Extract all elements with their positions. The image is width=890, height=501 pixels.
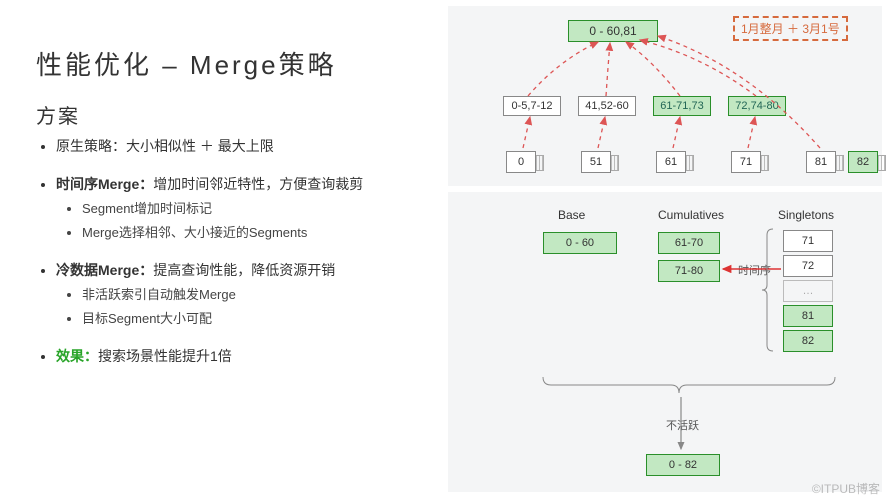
sub-item: Merge选择相邻、大小接近的Segments (82, 223, 440, 244)
cum-seg: 71-80 (658, 260, 720, 282)
inactive-note: 不活跃 (666, 417, 699, 433)
merge-tree-diagram: 0 - 60,81 1月整月 ＋ 3月1号 0-5,7-12 41,52-60 … (448, 6, 882, 186)
single-seg: 72 (783, 255, 833, 277)
col-cumulatives: Cumulatives (658, 208, 724, 222)
watermark: ©ITPUB博客 (812, 480, 880, 497)
slide-title: 性能优化 – Merge策略 (36, 45, 440, 82)
cum-seg: 61-70 (658, 232, 720, 254)
sub-item: 非活跃索引自动触发Merge (82, 285, 440, 306)
bullet-native: 原生策略：大小相似性 ＋ 最大上限 (56, 135, 440, 157)
leaf-node: 51 (581, 151, 611, 173)
bullet-list: 原生策略：大小相似性 ＋ 最大上限 (36, 135, 440, 157)
time-series-diagram: Base Cumulatives Singletons 0 - 60 61-70… (448, 192, 882, 492)
base-seg: 0 - 60 (543, 232, 617, 254)
bullet-effect-item: 效果：搜索场景性能提升1倍 (56, 345, 440, 367)
single-seg: 71 (783, 230, 833, 252)
leaf-node: 81 (806, 151, 836, 173)
bullet-cold-item: 冷数据Merge：提高查询性能，降低资源开销 非活跃索引自动触发Merge 目标… (56, 259, 440, 329)
mid-node: 0-5,7-12 (503, 96, 561, 116)
leaf-node: 82 (848, 151, 878, 173)
bullet-time-item: 时间序Merge：增加时间邻近特性，方便查询裁剪 Segment增加时间标记 M… (56, 173, 440, 243)
mid-node: 72,74-80 (728, 96, 786, 116)
bullet-cold: 冷数据Merge：提高查询性能，降低资源开销 非活跃索引自动触发Merge 目标… (36, 259, 440, 329)
col-singletons: Singletons (778, 208, 834, 222)
date-tag: 1月整月 ＋ 3月1号 (733, 16, 848, 41)
sub-item: 目标Segment大小可配 (82, 309, 440, 330)
bullet-time: 时间序Merge：增加时间邻近特性，方便查询裁剪 Segment增加时间标记 M… (36, 173, 440, 243)
single-gap: … (783, 280, 833, 302)
time-note: 时间序 (738, 262, 771, 278)
text-panel: 性能优化 – Merge策略 方案 原生策略：大小相似性 ＋ 最大上限 时间序M… (0, 0, 440, 384)
final-seg: 0 - 82 (646, 454, 720, 476)
single-seg: 82 (783, 330, 833, 352)
mid-node: 41,52-60 (578, 96, 636, 116)
single-seg: 81 (783, 305, 833, 327)
leaf-node: 71 (731, 151, 761, 173)
sub-item: Segment增加时间标记 (82, 199, 440, 220)
col-base: Base (558, 208, 585, 222)
mid-node: 61-71,73 (653, 96, 711, 116)
leaf-node: 61 (656, 151, 686, 173)
leaf-node: 0 (506, 151, 536, 173)
bullet-effect: 效果：搜索场景性能提升1倍 (36, 345, 440, 367)
root-node: 0 - 60,81 (568, 20, 658, 42)
section-title: 方案 (36, 100, 440, 129)
